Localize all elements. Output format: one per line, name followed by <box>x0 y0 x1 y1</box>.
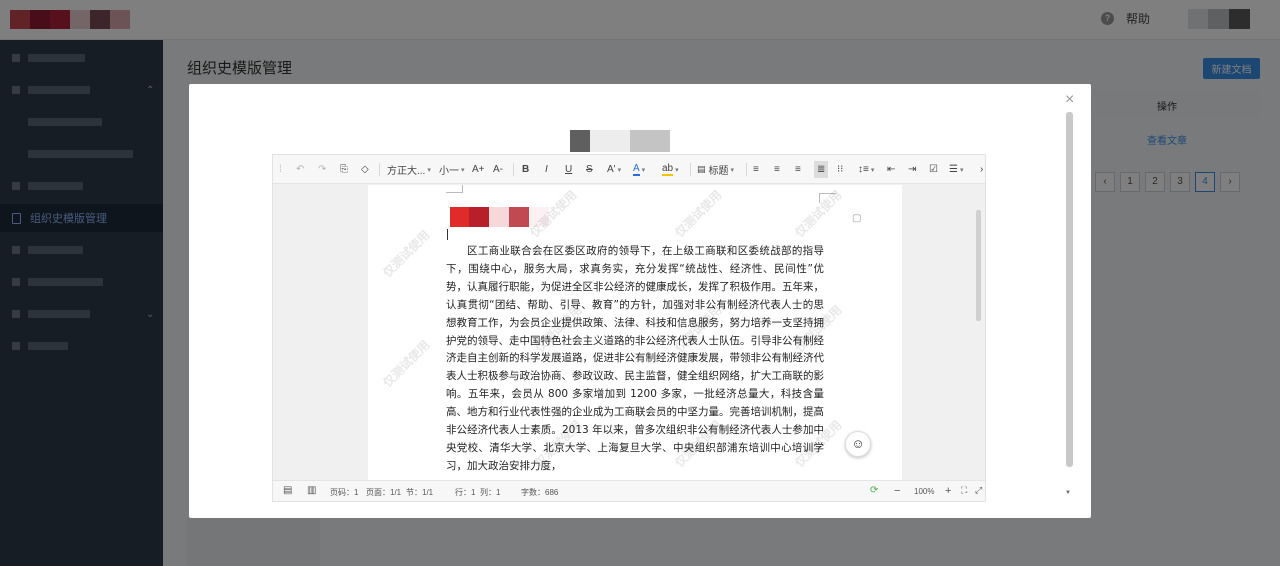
document-scrollbar[interactable] <box>976 210 981 321</box>
format-painter-icon[interactable]: ⎘ <box>340 161 348 178</box>
bold-icon[interactable]: B <box>522 161 529 178</box>
toolbar-grip-icon: ⁞ <box>279 164 282 175</box>
scroll-down-icon[interactable]: ▼ <box>1065 490 1071 496</box>
document-canvas[interactable]: 区工商业联合会在区委区政府的领导下，在上级工商联和区委统战部的指导下，围绕中心，… <box>273 185 985 480</box>
close-icon[interactable]: × <box>1065 92 1074 108</box>
highlight-label: ab <box>662 163 674 176</box>
text-effect-icon[interactable]: A' ▾ <box>607 161 621 178</box>
font-color-label: A <box>633 163 640 176</box>
zoom-out-button[interactable]: − <box>894 485 900 497</box>
status-page-count: 页面：1/1 <box>366 488 402 497</box>
align-left-icon[interactable]: ≡ <box>753 161 759 178</box>
highlight-icon[interactable]: ab ▾ <box>662 161 679 178</box>
editor-status-bar: ▤ ▥ 页码：1 页面：1/1 节：1/1 行：1 列：1 字数：686 ⟳ −… <box>273 480 985 501</box>
sync-status-icon[interactable]: ⟳ <box>870 485 878 496</box>
undo-icon[interactable]: ↶ <box>296 161 304 178</box>
modal-scrollbar[interactable]: ▼ <box>1065 112 1074 500</box>
document-page[interactable]: 区工商业联合会在区委区政府的领导下，在上级工商联和区委统战部的指导下，围绕中心，… <box>368 185 902 480</box>
text-cursor <box>447 229 448 240</box>
outline-icon[interactable]: ▤ <box>283 485 292 496</box>
text-effect-label: A' <box>607 164 616 175</box>
font-family-value: 方正大... <box>387 166 426 177</box>
font-family-select[interactable]: 方正大... ▾ <box>387 161 431 178</box>
document-body[interactable]: 区工商业联合会在区委区政府的领导下，在上级工商联和区委统战部的指导下，围绕中心，… <box>446 243 824 476</box>
document-preview-modal: × ▼ ⁞ ↶ ↷ ⎘ ◇ 方正大... ▾ 小一 ▾ A+ A- B I U S … <box>189 84 1091 518</box>
modal-header-image <box>570 130 670 152</box>
line-spacing-icon[interactable]: ↕≡ ▾ <box>858 161 874 178</box>
status-column: 列：1 <box>480 488 501 497</box>
align-center-icon[interactable]: ≡ <box>774 161 780 178</box>
comment-icon[interactable]: ▢ <box>852 213 861 224</box>
strikethrough-icon[interactable]: S <box>586 161 593 178</box>
grow-font-icon[interactable]: A+ <box>472 161 485 178</box>
font-size-value: 小一 <box>439 166 459 177</box>
toolbar-more-icon[interactable]: › <box>980 161 983 178</box>
watermark: 仅测试使用 <box>380 227 433 281</box>
increase-indent-icon[interactable]: ⇥ <box>908 161 916 178</box>
status-section: 节：1/1 <box>406 488 434 497</box>
editor-toolbar: ⁞ ↶ ↷ ⎘ ◇ 方正大... ▾ 小一 ▾ A+ A- B I U S A' ▾ … <box>273 155 985 184</box>
watermark: 仅测试使用 <box>672 187 725 241</box>
heading-select[interactable]: ▤ 标题 ▾ <box>697 161 734 178</box>
watermark: 仅测试使用 <box>792 187 845 241</box>
page-view-icon[interactable]: ▥ <box>307 485 316 496</box>
bullet-list-icon[interactable]: ☰ ▾ <box>949 161 963 178</box>
zoom-in-button[interactable]: + <box>945 485 951 497</box>
decrease-indent-icon[interactable]: ⇤ <box>887 161 895 178</box>
document-editor: ⁞ ↶ ↷ ⎘ ◇ 方正大... ▾ 小一 ▾ A+ A- B I U S A' ▾ … <box>272 154 986 502</box>
status-row: 行：1 <box>455 488 476 497</box>
heading-icon: ▤ <box>697 164 706 174</box>
page-margin-marker <box>446 185 463 193</box>
assistant-robot-icon[interactable]: ☺ <box>845 431 871 457</box>
fit-page-icon[interactable]: ⛶ <box>961 485 967 496</box>
dropdown-arrow-icon: ▾ <box>461 166 465 174</box>
underline-icon[interactable]: U <box>565 161 572 178</box>
scrollbar-thumb[interactable] <box>1066 112 1073 467</box>
font-size-select[interactable]: 小一 ▾ <box>439 161 465 178</box>
zoom-level: 100% <box>914 487 935 496</box>
status-page-code: 页码：1 <box>330 488 359 497</box>
fullscreen-icon[interactable]: ⤢ <box>975 485 982 496</box>
italic-icon[interactable]: I <box>545 161 548 178</box>
dropdown-arrow-icon: ▾ <box>427 166 431 174</box>
clear-format-icon[interactable]: ◇ <box>361 161 369 178</box>
redo-icon[interactable]: ↷ <box>318 161 326 178</box>
distributed-align-icon[interactable]: ⁝⁝ <box>837 161 843 178</box>
heading-label: 标题 <box>708 166 729 177</box>
align-justify-icon[interactable]: ≣ <box>814 161 829 178</box>
watermark: 仅测试使用 <box>380 337 433 391</box>
shrink-font-icon[interactable]: A- <box>493 161 503 178</box>
align-right-icon[interactable]: ≡ <box>795 161 801 178</box>
checklist-icon[interactable]: ☑ <box>929 161 938 178</box>
status-word-count: 字数：686 <box>521 488 559 497</box>
font-color-icon[interactable]: A ▾ <box>633 161 645 178</box>
